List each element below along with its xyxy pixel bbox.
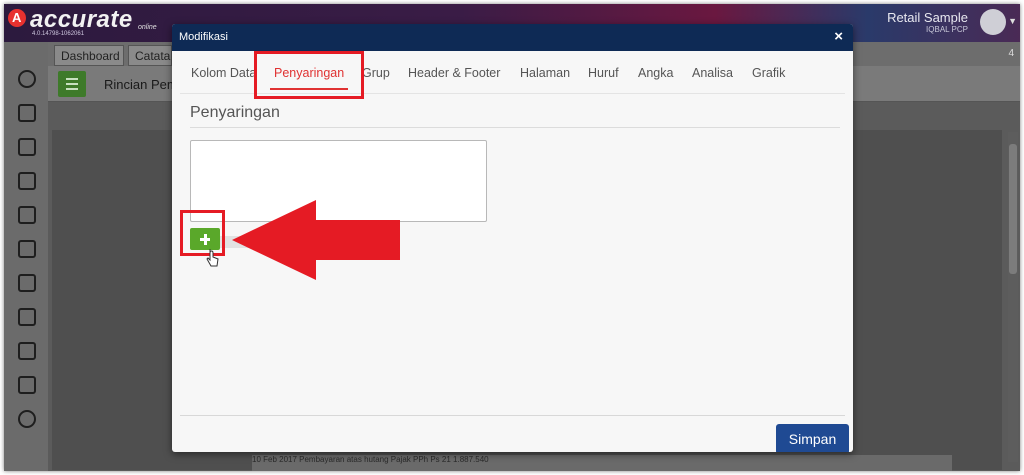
user-company-name[interactable]: Retail Sample (887, 10, 968, 25)
tab-count-badge[interactable]: 4 (1008, 48, 1014, 59)
bank-icon[interactable] (18, 104, 36, 122)
tab-kolom-data[interactable]: Kolom Data (191, 66, 256, 80)
section-divider (190, 127, 840, 128)
tab-header-footer[interactable]: Header & Footer (408, 66, 500, 80)
tab-analisa[interactable]: Analisa (692, 66, 733, 80)
report-row: 10 Feb 2017 Pembayaran atas hutang Pajak… (252, 455, 952, 471)
logo-badge-icon: A (8, 9, 26, 27)
user-name: IQBAL PCP (926, 25, 968, 34)
dialog-header: Modifikasi × (172, 24, 853, 51)
tab-catatan[interactable]: Catata (128, 45, 172, 66)
settings-circle-icon[interactable] (18, 410, 36, 428)
purchase-icon[interactable] (18, 308, 36, 326)
ledger-icon[interactable] (18, 172, 36, 190)
warehouse-icon[interactable] (18, 206, 36, 224)
tag-icon[interactable] (18, 240, 36, 258)
report-icon[interactable] (18, 376, 36, 394)
annotation-arrow-icon (232, 200, 400, 280)
highlight-tab-box (254, 51, 364, 99)
gear-icon[interactable] (18, 70, 36, 88)
scrollbar-thumb[interactable] (1009, 144, 1017, 274)
tab-grafik[interactable]: Grafik (752, 66, 785, 80)
building-icon[interactable] (18, 138, 36, 156)
section-title: Penyaringan (190, 104, 280, 121)
footer-divider (180, 415, 845, 416)
logo-online-label: online (138, 24, 157, 31)
tab-huruf[interactable]: Huruf (588, 66, 619, 80)
scrollbar[interactable] (1008, 132, 1018, 462)
tab-halaman[interactable]: Halaman (520, 66, 570, 80)
save-button[interactable]: Simpan (776, 424, 849, 452)
tab-dashboard[interactable]: Dashboard (54, 45, 124, 66)
tab-angka[interactable]: Angka (638, 66, 673, 80)
app-logo: accurate (30, 6, 133, 33)
dialog-title: Modifikasi (179, 31, 228, 43)
app-window: A accurate 4.0.14798-1062061 online Reta… (4, 4, 1020, 471)
cart-icon[interactable] (18, 274, 36, 292)
factory-icon[interactable] (18, 342, 36, 360)
avatar[interactable] (980, 9, 1006, 35)
tab-grup[interactable]: Grup (362, 66, 390, 80)
page-title: Rincian Pem (104, 77, 178, 92)
list-menu-button[interactable] (58, 71, 86, 97)
sidebar (4, 42, 48, 471)
app-version: 4.0.14798-1062061 (32, 31, 85, 37)
close-icon[interactable]: × (834, 28, 843, 45)
pointer-cursor-icon (206, 249, 219, 267)
chevron-down-icon[interactable]: ▼ (1008, 16, 1017, 26)
